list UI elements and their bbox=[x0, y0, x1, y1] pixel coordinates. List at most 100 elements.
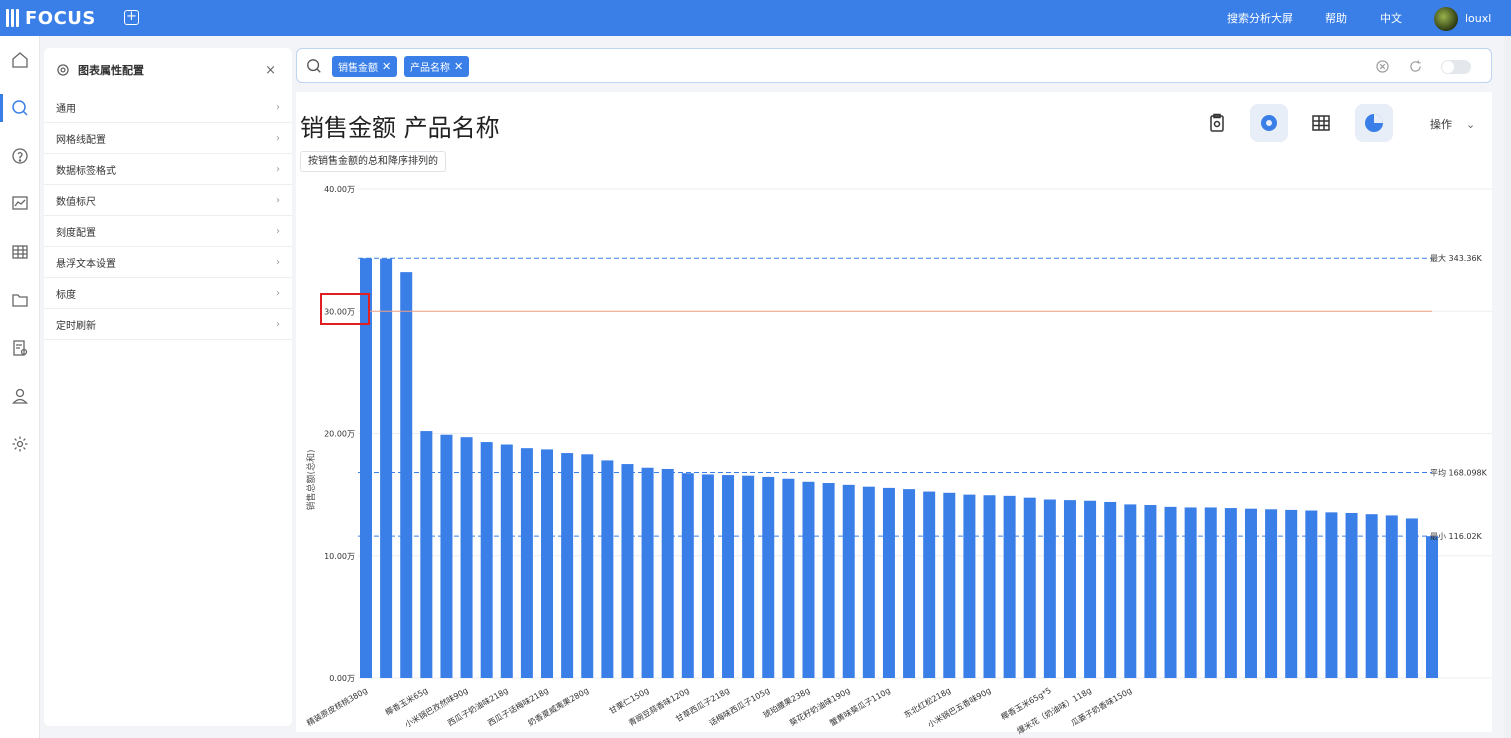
help-link[interactable]: 帮助 bbox=[1325, 0, 1347, 36]
chevron-right-icon: › bbox=[276, 101, 280, 113]
bar bbox=[1265, 509, 1278, 678]
close-icon[interactable]: ✕ bbox=[382, 60, 391, 73]
bar bbox=[1144, 505, 1157, 678]
table-icon[interactable] bbox=[0, 232, 40, 272]
chevron-right-icon: › bbox=[276, 256, 280, 268]
config-item[interactable]: 数值标尺 › bbox=[44, 185, 292, 216]
clear-icon[interactable] bbox=[1376, 60, 1389, 73]
bar bbox=[1003, 495, 1016, 678]
pin-button[interactable] bbox=[1198, 104, 1236, 142]
avatar[interactable] bbox=[1434, 7, 1458, 31]
sort-tag[interactable]: 按销售金额的总和降序排列的 bbox=[300, 151, 446, 172]
search-chip-product[interactable]: 产品名称 ✕ bbox=[404, 56, 470, 77]
pie-chart-icon bbox=[1365, 114, 1383, 132]
chevron-right-icon: › bbox=[276, 318, 280, 330]
chevron-down-icon: ⌄ bbox=[1466, 118, 1476, 131]
bar bbox=[500, 444, 513, 678]
config-item[interactable]: 通用 › bbox=[44, 92, 292, 123]
bar bbox=[1285, 509, 1298, 678]
bar bbox=[661, 468, 674, 678]
user-icon[interactable] bbox=[0, 376, 40, 416]
table-view-button[interactable] bbox=[1302, 104, 1340, 142]
operations-dropdown[interactable]: 操作 ⌄ bbox=[1430, 116, 1475, 132]
bar bbox=[742, 475, 755, 678]
home-icon[interactable] bbox=[0, 40, 40, 80]
config-item[interactable]: 刻度配置 › bbox=[44, 216, 292, 247]
report-settings-icon[interactable] bbox=[0, 328, 40, 368]
search-icon[interactable] bbox=[0, 88, 40, 128]
page-title: 销售金额 产品名称 bbox=[300, 114, 500, 142]
logo[interactable]: FOCUS bbox=[6, 7, 96, 29]
settings-icon[interactable] bbox=[0, 424, 40, 464]
config-item[interactable]: 网格线配置 › bbox=[44, 123, 292, 154]
bar bbox=[842, 484, 855, 678]
bar bbox=[520, 448, 533, 678]
bar bbox=[1084, 500, 1097, 678]
close-icon[interactable]: × bbox=[265, 63, 276, 78]
bar bbox=[1305, 510, 1318, 678]
chart-config-panel: 图表属性配置 × 通用 › 网格线配置 › 数据标签格式 › 数值标尺 › 刻度配置 › 悬浮文本设… bbox=[44, 48, 292, 726]
config-item[interactable]: 定时刷新 › bbox=[44, 309, 292, 340]
bar bbox=[1104, 501, 1117, 678]
bar bbox=[681, 473, 694, 678]
config-item[interactable]: 悬浮文本设置 › bbox=[44, 247, 292, 278]
bar bbox=[561, 453, 574, 678]
config-item[interactable]: 数据标签格式 › bbox=[44, 154, 292, 185]
search-bar[interactable]: 销售金额 ✕ 产品名称 ✕ bbox=[296, 48, 1492, 83]
bar bbox=[1224, 508, 1237, 678]
config-item-label: 数据标签格式 bbox=[56, 165, 116, 177]
bar bbox=[581, 454, 594, 678]
bar bbox=[1325, 512, 1338, 678]
chart-type-button[interactable] bbox=[1355, 104, 1393, 142]
table-icon bbox=[1312, 115, 1330, 131]
reference-line-label: 平均 168.098K bbox=[1430, 468, 1488, 478]
search-icon[interactable] bbox=[306, 58, 322, 74]
chevron-right-icon: › bbox=[276, 287, 280, 299]
folder-icon[interactable] bbox=[0, 280, 40, 320]
close-icon[interactable]: ✕ bbox=[454, 60, 463, 73]
bar bbox=[1023, 497, 1036, 678]
dashboard-icon[interactable] bbox=[0, 184, 40, 224]
scrollbar[interactable] bbox=[1504, 36, 1511, 738]
bar bbox=[722, 475, 735, 678]
bar bbox=[601, 460, 614, 678]
highlight-box bbox=[320, 293, 370, 325]
bar bbox=[1043, 499, 1056, 678]
config-item[interactable]: 标度 › bbox=[44, 278, 292, 309]
dashboard-link[interactable]: 搜索分析大屏 bbox=[1227, 0, 1293, 36]
bar bbox=[983, 495, 996, 678]
bar bbox=[400, 272, 413, 678]
bar bbox=[1405, 518, 1418, 678]
bar bbox=[1345, 512, 1358, 678]
help-icon[interactable] bbox=[0, 136, 40, 176]
language-switch[interactable]: 中文 bbox=[1380, 0, 1402, 36]
clipboard-icon bbox=[1210, 113, 1224, 132]
bar bbox=[621, 464, 634, 678]
x-tick-label: 小米锅巴五香味90g bbox=[926, 685, 993, 729]
bar bbox=[1164, 506, 1177, 678]
toggle-switch[interactable] bbox=[1441, 60, 1471, 74]
chevron-right-icon: › bbox=[276, 163, 280, 175]
config-item-label: 定时刷新 bbox=[56, 320, 96, 332]
new-tab-button[interactable]: + bbox=[124, 10, 139, 25]
bar-chart: 0.00万10.00万20.00万30.00万40.00万销售总额(总和)最大 … bbox=[305, 185, 1492, 736]
bar bbox=[963, 494, 976, 678]
gear-icon bbox=[1261, 115, 1277, 131]
user-name[interactable]: louxl bbox=[1465, 0, 1491, 36]
bar bbox=[1184, 507, 1197, 678]
reference-line-label: 最大 343.36K bbox=[1430, 253, 1483, 263]
bar bbox=[460, 437, 473, 678]
settings-button[interactable] bbox=[1250, 104, 1288, 142]
logo-text: FOCUS bbox=[25, 7, 96, 29]
bar bbox=[762, 476, 775, 678]
chip-label: 销售金额 bbox=[338, 63, 378, 74]
bar bbox=[882, 487, 895, 678]
top-bar: FOCUS + 搜索分析大屏 帮助 中文 louxl bbox=[0, 0, 1511, 36]
bar bbox=[1063, 500, 1076, 678]
bar bbox=[1204, 507, 1217, 678]
refresh-icon[interactable] bbox=[1409, 60, 1422, 73]
config-item-label: 网格线配置 bbox=[56, 134, 106, 146]
bar bbox=[943, 492, 956, 678]
reference-line-label: 最小 116.02K bbox=[1430, 532, 1483, 541]
search-chip-sales[interactable]: 销售金额 ✕ bbox=[332, 56, 398, 77]
